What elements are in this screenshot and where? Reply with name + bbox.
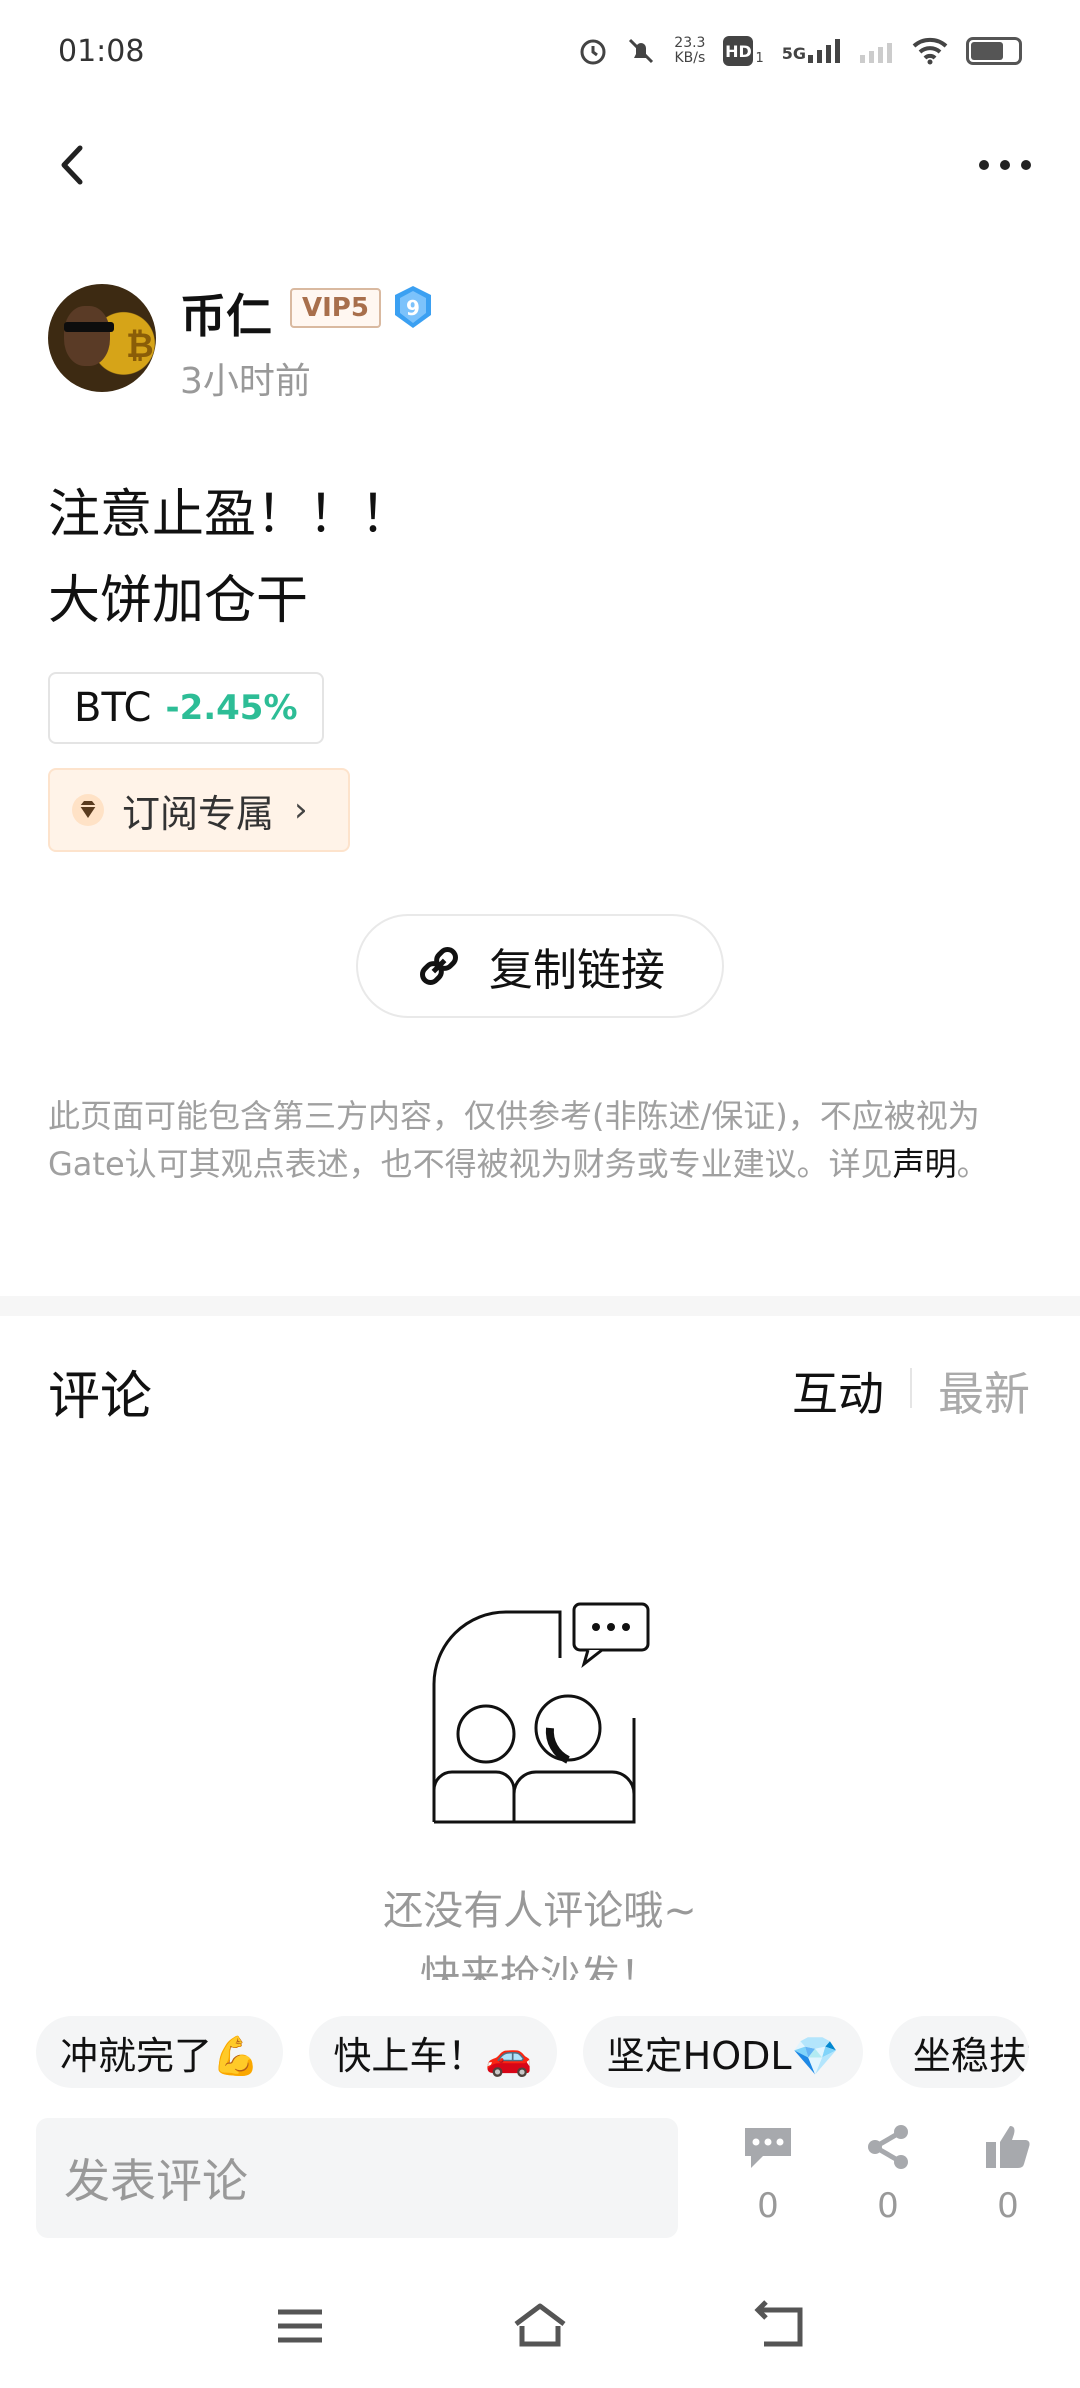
hd-sub: 1	[755, 51, 764, 66]
back-button[interactable]	[50, 140, 100, 190]
empty-comments-illustration	[420, 1598, 660, 1828]
level-badge: 9	[392, 284, 434, 330]
empty-comments-subtext: 快来抢沙发！	[420, 1953, 660, 1980]
system-home-button[interactable]	[510, 2296, 570, 2356]
chevron-right-icon: ›	[294, 790, 308, 830]
home-icon	[514, 2303, 566, 2347]
subscribe-exclusive-tag[interactable]: 订阅专属 ›	[48, 768, 350, 852]
status-time: 01:08	[58, 34, 145, 69]
tab-separator	[910, 1368, 912, 1408]
author-name[interactable]: 币仁	[180, 280, 272, 346]
back-icon	[61, 145, 83, 185]
disclaimer: 此页面可能包含第三方内容，仅供参考(非陈述/保证)，不应被视为Gate认可其观点…	[48, 1092, 1028, 1188]
empty-sofa-icon	[432, 1602, 650, 1824]
coin-change: -2.45%	[165, 688, 298, 728]
quick-reply-row: 冲就完了💪 快上车！🚗 坚定HODL💎 坐稳扶好	[36, 2016, 1029, 2088]
share-action[interactable]: 0	[848, 2124, 928, 2226]
quick-reply-chip[interactable]: 快上车！🚗	[309, 2016, 557, 2088]
battery-icon	[966, 37, 1022, 65]
signal-bars-icon	[808, 39, 840, 63]
link-icon	[420, 947, 458, 985]
subscribe-label: 订阅专属	[122, 791, 275, 836]
net-speed: 23.3 KB/s	[674, 36, 705, 66]
post-time: 3小时前	[180, 361, 311, 402]
empty-comments-text: 还没有人评论哦~	[383, 1888, 697, 1934]
disclaimer-link[interactable]: 声明	[893, 1145, 957, 1183]
menu-icon	[278, 2309, 322, 2343]
system-back-button[interactable]	[750, 2296, 810, 2356]
quick-reply-chip[interactable]: 坐稳扶好	[888, 2016, 1029, 2088]
quick-reply-chip[interactable]: 坚定HODL💎	[582, 2016, 863, 2088]
wifi-icon	[912, 37, 948, 65]
more-icon	[979, 160, 1031, 170]
copy-link-label: 复制链接	[489, 945, 665, 996]
vip-badge: VIP5	[290, 288, 381, 328]
copy-link-button[interactable]: 复制链接	[356, 914, 724, 1018]
avatar-face	[64, 306, 110, 366]
quick-reply-chip[interactable]: 冲就完了💪	[36, 2016, 284, 2088]
net-speed-value: 23.3	[674, 35, 706, 51]
section-divider	[0, 1296, 1080, 1316]
hd-label: HD	[723, 36, 754, 66]
comments-title: 评论	[48, 1367, 153, 1427]
comment-count: 0	[757, 2186, 779, 2226]
author-avatar[interactable]: ₿	[48, 284, 156, 392]
like-count: 0	[997, 2186, 1019, 2226]
coin-symbol: BTC	[74, 685, 152, 731]
disclaimer-end: 。	[956, 1145, 989, 1183]
signal-5g: 5G	[782, 39, 842, 63]
hd-indicator: HD 1	[723, 36, 764, 66]
share-icon	[868, 2125, 908, 2169]
comment-icon	[745, 2128, 791, 2168]
coin-tag[interactable]: BTC -2.45%	[48, 672, 324, 744]
comment-action[interactable]: 0	[728, 2124, 808, 2226]
disclaimer-text: 此页面可能包含第三方内容，仅供参考(非陈述/保证)，不应被视为Gate认可其观点…	[48, 1097, 980, 1183]
signal-bars-empty-icon	[860, 43, 892, 63]
alarm-icon	[580, 39, 606, 65]
level-shield-icon: 9	[395, 286, 431, 328]
system-menu-button[interactable]	[270, 2296, 330, 2356]
bitcoin-coin-icon: ₿	[126, 326, 154, 366]
post-line-1: 注意止盈！！！	[48, 485, 413, 545]
like-action[interactable]: 0	[968, 2124, 1048, 2226]
battery-fill	[971, 42, 1003, 60]
tab-interact[interactable]: 互动	[792, 1358, 884, 1424]
comment-input[interactable]: 发表评论	[36, 2118, 678, 2238]
mute-bell-icon	[629, 38, 654, 64]
status-icons: 23.3 KB/s HD 1 5G	[578, 36, 1022, 66]
thumbs-up-icon	[986, 2126, 1030, 2168]
tab-latest[interactable]: 最新	[938, 1358, 1030, 1424]
more-button[interactable]	[970, 140, 1040, 190]
diamond-icon	[72, 794, 104, 826]
back-nav-icon	[754, 2300, 803, 2347]
avatar-glasses	[64, 322, 114, 332]
level-number: 9	[406, 296, 420, 320]
share-count: 0	[877, 2186, 899, 2226]
signal-label: 5G	[781, 44, 806, 63]
post-line-2: 大饼加仓干	[48, 571, 309, 631]
net-speed-unit: KB/s	[674, 50, 706, 66]
